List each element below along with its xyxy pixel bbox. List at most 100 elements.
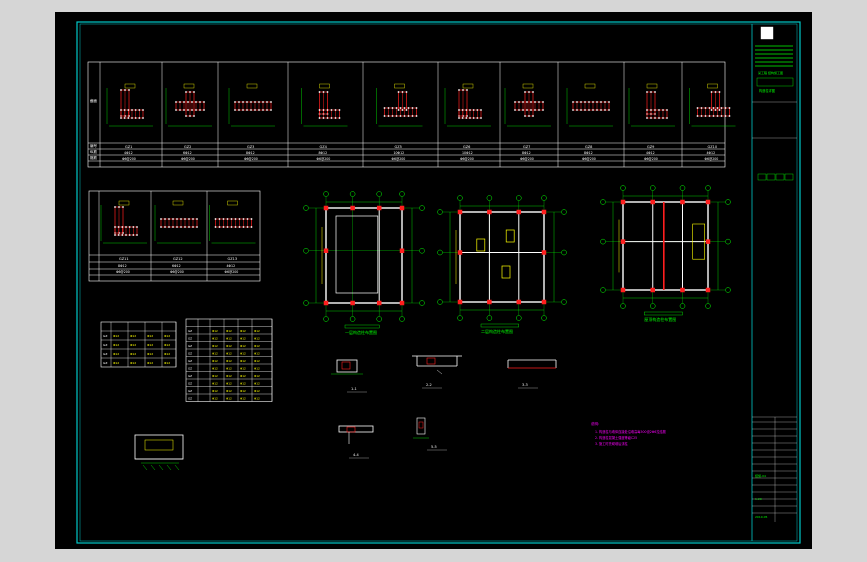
column-section-glyph (228, 83, 275, 127)
section-detail: 3-3 (507, 359, 557, 389)
schedule-cell: Φ12 (254, 329, 260, 333)
column-section-glyph (504, 83, 551, 127)
schedule-cell: Φ12 (113, 361, 119, 365)
design-notes: 说明: 1. 构造柱与墙体连接处沿墙高每500设2Φ6拉结筋2. 构造柱混凝土强度… (591, 421, 666, 446)
schedule-cell: GZ (103, 361, 107, 365)
schedule-cell: Φ12 (113, 334, 119, 338)
title-block: 某工程 结构施工图构造柱详图结施-04 1:20 2010.05 (752, 26, 797, 522)
schedule-cell: GZ (188, 382, 192, 386)
schedule-cell: GZ (188, 397, 192, 401)
column-bars: 8Φ12 (522, 151, 531, 155)
schedule-cell: Φ12 (147, 343, 153, 347)
schedule-cell: GZ (103, 343, 107, 347)
column-table-small: GZ11 8Φ12 Φ6@200 GZ12 6Φ12 Φ6@200 GZ13 4Φ12 Φ6@2… (88, 190, 261, 282)
schedule-cell: Φ12 (212, 367, 218, 371)
schedule-cell: GZ (188, 359, 192, 363)
drawing-canvas[interactable]: 某工程 结构施工图 构造柱详图 结施-04 1:20 2010.05 截面 编号 纵筋 箍筋 G… (55, 12, 812, 549)
column-stirrup: Φ6@200 (460, 157, 474, 161)
column-bars: 4Φ12 (707, 151, 716, 155)
section-detail: 5-5 (413, 417, 447, 451)
schedule-cell: Φ12 (240, 359, 246, 363)
schedule-cell: Φ12 (212, 329, 218, 333)
schedule-cell: GZ (188, 367, 192, 371)
drawing-date: 2010.05 (755, 515, 767, 519)
schedule-cell: Φ12 (130, 352, 136, 356)
schedule-cell: Φ12 (240, 329, 246, 333)
column-section-glyph (154, 200, 201, 244)
schedule-cell: Φ12 (164, 352, 170, 356)
column-id: GZ7 (523, 145, 530, 149)
note-line: 1. 构造柱与墙体连接处沿墙高每500设2Φ6拉结筋 (595, 429, 666, 434)
column-bars: 6Φ12 (183, 151, 192, 155)
schedule-cell: Φ12 (254, 397, 260, 401)
schedule-cell: Φ12 (212, 344, 218, 348)
schedule-cell: Φ12 (147, 334, 153, 338)
row-label: 编号 (90, 143, 97, 148)
schedule-cell: Φ12 (113, 352, 119, 356)
column-id: GZ4 (320, 145, 328, 149)
schedule-cell: Φ12 (226, 344, 232, 348)
floor-plan: 屋顶构造柱布置图 (600, 185, 731, 322)
note-line: 3. 施工时先砌墙后浇柱 (595, 441, 629, 446)
schedule-cell: Φ12 (226, 374, 232, 378)
notes-title: 说明: (591, 421, 599, 426)
column-section-glyph (628, 83, 675, 127)
schedule-cell: Φ12 (254, 389, 260, 393)
column-stirrup: Φ6@200 (181, 157, 195, 161)
column-bars: 8Φ12 (246, 151, 255, 155)
floor-plans: 一层构造柱布置图 二层构造柱布置图 屋顶构造柱布置图 (303, 185, 731, 335)
column-stirrup: Φ6@200 (520, 157, 534, 161)
rebar-schedules: GZ Φ12 Φ12 Φ12 Φ12 GZ Φ12 Φ12 Φ12 Φ12 GZ Φ12 Φ12 Φ12 Φ… (100, 318, 273, 402)
schedule-cell: Φ12 (130, 334, 136, 338)
schedule-cell: GZ (103, 334, 107, 338)
drawing-number: 结施-04 (755, 473, 766, 478)
schedule-cell: Φ12 (240, 389, 246, 393)
schedule-cell: Φ12 (254, 359, 260, 363)
schedule-cell: Φ12 (226, 352, 232, 356)
column-stirrup: Φ6@200 (116, 270, 130, 274)
schedule-cell: Φ12 (254, 344, 260, 348)
column-id: GZ6 (463, 145, 470, 149)
column-bars: 10Φ12 (462, 151, 473, 155)
schedule-cell: Φ12 (226, 337, 232, 341)
schedule-cell: Φ12 (212, 382, 218, 386)
row-label: 截面 (90, 98, 97, 103)
column-stirrup: Φ6@200 (122, 157, 136, 161)
section-label: 2-2 (426, 383, 432, 387)
column-stirrup: Φ6@200 (644, 157, 658, 161)
schedule-cell: GZ (103, 352, 107, 356)
section-detail: 4-4 (338, 425, 374, 459)
section-label: 1-1 (351, 387, 357, 391)
column-id: GZ3 (247, 145, 254, 149)
schedule-cell: Φ12 (212, 397, 218, 401)
section-detail: 1-1 (331, 359, 367, 393)
plan-title: 一层构造柱布置图 (345, 329, 377, 335)
schedule-cell: Φ12 (164, 343, 170, 347)
column-stirrup: Φ6@200 (705, 157, 719, 161)
drawing-title: 构造柱详图 (759, 88, 775, 93)
plan-title: 屋顶构造柱布置图 (644, 316, 676, 322)
column-bars: 8Φ12 (584, 151, 593, 155)
column-bars: 4Φ12 (227, 264, 236, 268)
floor-plan: 二层构造柱布置图 (437, 195, 567, 334)
column-section-glyph (165, 83, 212, 127)
foundation-detail (134, 434, 184, 471)
schedule-cell: Φ12 (164, 334, 170, 338)
note-line: 2. 构造柱混凝土强度等级C25 (595, 435, 637, 440)
schedule-cell: GZ (188, 337, 192, 341)
column-bars: 8Φ12 (319, 151, 328, 155)
schedule-cell: GZ (188, 329, 192, 333)
schedule-cell: Φ12 (254, 382, 260, 386)
schedule-cell: Φ12 (212, 337, 218, 341)
schedule-cell: Φ12 (254, 374, 260, 378)
schedule-cell: Φ12 (240, 382, 246, 386)
drawing-scale: 1:20 (755, 497, 762, 501)
schedule-cell: Φ12 (212, 374, 218, 378)
column-id: GZ12 (173, 257, 183, 261)
column-id: GZ2 (184, 145, 191, 149)
schedule-cell: Φ12 (226, 389, 232, 393)
schedule-cell: Φ12 (254, 337, 260, 341)
column-bars: 4Φ12 (124, 151, 133, 155)
column-table-top: 截面编号纵筋箍筋 GZ1 4Φ12 Φ6@200 GZ2 6Φ12 Φ6@200 GZ3 8Φ1… (87, 61, 736, 168)
schedule-cell: Φ12 (226, 367, 232, 371)
